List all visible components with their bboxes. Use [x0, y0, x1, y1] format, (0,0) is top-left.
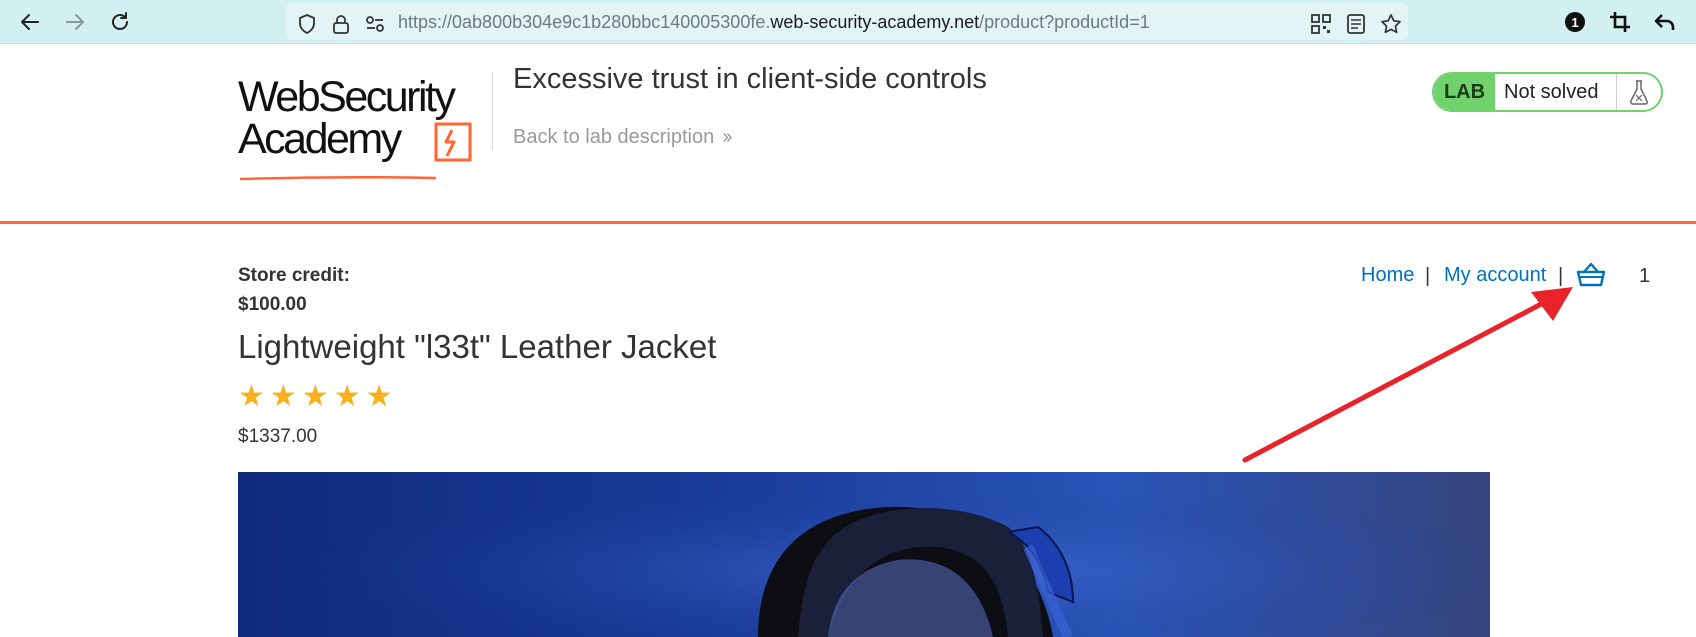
lab-status-text: Not solved: [1495, 74, 1617, 110]
product-image: [238, 472, 1490, 637]
logo-lightning-icon: [434, 122, 472, 162]
crop-tool-button[interactable]: [1604, 6, 1636, 38]
browser-toolbar: https://0ab800b304e9c1b280bbc140005300fe…: [0, 0, 1696, 44]
lab-title: Excessive trust in client-side controls: [513, 63, 987, 95]
home-link-wrapper: Home: [1361, 264, 1414, 287]
undo-icon: [1654, 14, 1675, 30]
flask-icon: [1617, 74, 1661, 110]
lab-status-widget: LAB Not solved: [1432, 72, 1663, 112]
forward-nav-button[interactable]: [59, 6, 91, 38]
reload-button[interactable]: [104, 6, 136, 38]
cart-basket-icon[interactable]: [1576, 262, 1606, 288]
star-icon: ★: [301, 380, 329, 413]
home-link[interactable]: Home: [1361, 264, 1414, 286]
bookmark-star-icon[interactable]: [1378, 11, 1404, 37]
lab-header: WebSecurity Academy Excessive trust in c…: [0, 44, 1696, 224]
back-nav-button[interactable]: [14, 6, 46, 38]
nav-separator: |: [1425, 265, 1431, 287]
product-rating: ★ ★ ★ ★ ★: [238, 380, 393, 413]
product-photo-person: [238, 472, 1490, 637]
store-credit-value: $100.00: [238, 294, 307, 315]
star-icon: ★: [238, 380, 265, 413]
back-link-label: Back to lab description: [513, 126, 715, 148]
logo-line2: Academy: [238, 115, 402, 163]
site-permissions-icon[interactable]: [362, 11, 388, 37]
address-bar[interactable]: https://0ab800b304e9c1b280bbc140005300fe…: [286, 3, 1408, 40]
cart-count[interactable]: 1: [1639, 265, 1650, 288]
shield-icon[interactable]: [294, 11, 320, 37]
qr-code-icon[interactable]: [1308, 11, 1334, 37]
reader-view-icon[interactable]: [1343, 11, 1369, 37]
undo-button[interactable]: [1649, 6, 1681, 38]
header-divider: [492, 72, 493, 150]
extension-button[interactable]: 1: [1559, 6, 1591, 38]
web-security-academy-logo[interactable]: WebSecurity Academy: [238, 70, 488, 181]
url-text[interactable]: https://0ab800b304e9c1b280bbc140005300fe…: [398, 12, 1150, 33]
my-account-link[interactable]: My account: [1444, 264, 1546, 286]
product-title: Lightweight "l33t" Leather Jacket: [238, 328, 717, 365]
lab-badge: LAB: [1434, 74, 1495, 110]
extension-badge-count: 1: [1571, 14, 1579, 30]
product-price: $1337.00: [238, 426, 318, 447]
crop-icon: [1610, 12, 1630, 32]
url-path: /product?productId=1: [979, 12, 1150, 32]
nav-separator: |: [1558, 265, 1564, 287]
logo-underline: [239, 175, 437, 181]
store-credit-label: Store credit:: [238, 265, 350, 286]
back-to-lab-description-link[interactable]: Back to lab description ››: [513, 126, 733, 149]
logo-line1: WebSecurity: [238, 73, 456, 121]
star-icon: ★: [333, 380, 361, 413]
my-account-link-wrapper: My account: [1444, 264, 1546, 287]
double-chevron-right-icon: ››: [722, 126, 732, 148]
reload-icon: [112, 12, 128, 30]
arrow-right-icon: [66, 14, 84, 30]
lock-icon[interactable]: [328, 11, 354, 37]
arrow-left-icon: [21, 14, 39, 30]
url-domain: web-security-academy.net: [770, 12, 980, 32]
star-icon: ★: [269, 380, 297, 413]
star-icon: ★: [365, 380, 393, 413]
url-prefix: https://0ab800b304e9c1b280bbc140005300fe…: [398, 12, 771, 32]
